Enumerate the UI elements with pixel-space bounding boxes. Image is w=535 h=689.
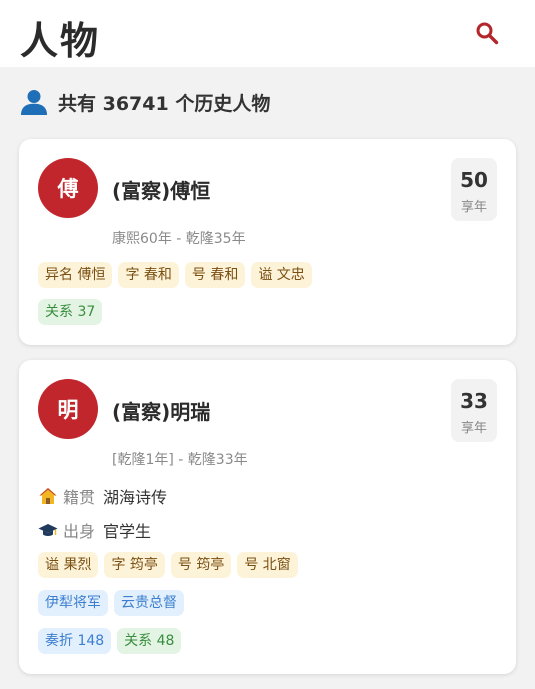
origin-label: 出身 xyxy=(63,522,96,541)
office-tag[interactable]: 云贵总督 xyxy=(114,590,184,616)
alias-tag: 异名 傅恒 xyxy=(38,262,113,288)
alias-tags: 谥 果烈 字 筠亭 号 筠亭 号 北窗 xyxy=(38,552,298,578)
alias-tag: 字 筠亭 xyxy=(104,552,165,578)
native-place-value: 湖海诗传 xyxy=(103,488,168,507)
page-title: 人物 xyxy=(20,19,101,63)
origin-line: 出身 官学生 xyxy=(38,518,151,542)
memorials-tag[interactable]: 奏折 148 xyxy=(38,628,112,654)
age-value: 33 xyxy=(460,389,488,413)
age-value: 50 xyxy=(460,168,488,192)
alias-tag: 谥 果烈 xyxy=(38,552,99,578)
alias-tags: 异名 傅恒 字 春和 号 春和 谥 文忠 xyxy=(38,262,312,288)
relations-tag[interactable]: 关系 37 xyxy=(38,299,103,325)
lifespan-period: [乾隆1年] - 乾隆33年 xyxy=(112,452,248,468)
alias-tag: 号 春和 xyxy=(184,262,246,288)
search-button[interactable] xyxy=(472,18,502,48)
relations-tag[interactable]: 关系 48 xyxy=(117,628,182,654)
person-name: (富察)傅恒 xyxy=(112,179,211,203)
count-tags: 奏折 148 关系 48 xyxy=(38,628,182,654)
age-badge: 33 享年 xyxy=(451,379,497,442)
summary-text: 共有 36741 个历史人物 xyxy=(58,92,271,115)
native-place-label: 籍贯 xyxy=(63,488,96,507)
lifespan-period: 康熙60年 - 乾隆35年 xyxy=(112,231,246,247)
alias-tag: 号 北窗 xyxy=(237,552,298,578)
house-icon xyxy=(39,488,57,504)
person-card[interactable]: 明 (富察)明瑞 33 享年 [乾隆1年] - 乾隆33年 籍贯 湖海诗传 出身… xyxy=(19,360,516,674)
avatar: 明 xyxy=(38,379,98,439)
alias-tag: 号 筠亭 xyxy=(170,552,232,578)
avatar: 傅 xyxy=(38,158,98,218)
age-label: 享年 xyxy=(460,421,487,436)
age-label: 享年 xyxy=(460,200,487,215)
relation-tags: 关系 37 xyxy=(38,299,103,325)
search-icon xyxy=(476,22,499,45)
alias-tag: 字 春和 xyxy=(118,262,179,288)
age-badge: 50 享年 xyxy=(451,158,497,221)
office-tag[interactable]: 伊犁将军 xyxy=(38,590,108,616)
alias-tag: 谥 文忠 xyxy=(251,262,312,288)
person-name: (富察)明瑞 xyxy=(112,400,211,424)
origin-value: 官学生 xyxy=(103,522,152,541)
native-place-line: 籍贯 湖海诗传 xyxy=(38,484,167,508)
top-bar: 人物 xyxy=(0,0,535,67)
office-tags: 伊犁将军 云贵总督 xyxy=(38,590,184,616)
graduation-cap-icon xyxy=(38,524,58,536)
person-count-summary: 共有 36741 个历史人物 xyxy=(20,86,270,118)
person-icon xyxy=(21,90,47,115)
person-card[interactable]: 傅 (富察)傅恒 50 享年 康熙60年 - 乾隆35年 异名 傅恒 字 春和 … xyxy=(19,139,516,345)
